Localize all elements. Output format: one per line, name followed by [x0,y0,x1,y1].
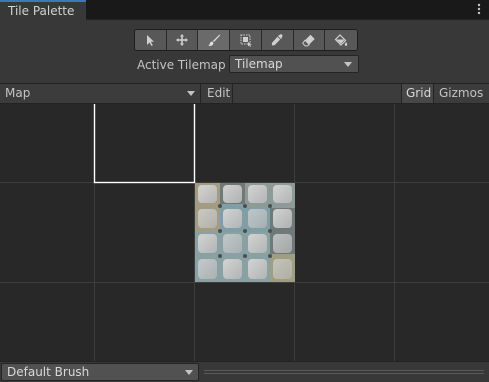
active-tilemap-dropdown[interactable]: Tilemap [229,55,359,73]
edit-button[interactable]: Edit [201,84,233,103]
gizmos-toggle[interactable]: Gizmos [434,84,489,103]
active-tilemap-label: Active Tilemap [137,58,226,72]
brush-dropdown[interactable]: Default Brush [1,363,199,381]
tab-bar: Tile Palette [0,0,489,20]
paint-bucket-icon [334,34,348,46]
box-fill-tool-button[interactable] [230,30,262,50]
brush-value: Default Brush [7,365,90,379]
tools-panel: Active Tilemap Tilemap [0,20,489,83]
gizmos-label: Gizmos [439,86,484,100]
palette-toolbar: Map Edit Grid Gizmos [0,83,489,104]
erase-tool-button[interactable] [293,30,326,50]
tile-sprite[interactable] [195,183,295,282]
arrow-cursor-icon [147,35,155,46]
grid-toggle[interactable]: Grid [401,84,434,103]
edit-label: Edit [207,86,231,100]
fill-tool-button[interactable] [325,30,357,50]
select-tool-button[interactable] [135,30,167,50]
palette-dropdown[interactable]: Map [0,84,201,103]
move-arrows-icon [176,34,189,46]
palette-value: Map [5,86,31,100]
picker-tool-button[interactable] [261,30,294,50]
palette-canvas[interactable] [0,104,489,361]
palette-grid [0,104,489,361]
tab-label: Tile Palette [8,4,75,18]
chevron-down-icon [187,91,195,96]
move-tool-button[interactable] [166,30,199,50]
kebab-menu-icon[interactable] [475,2,483,18]
grid-label: Grid [406,86,432,100]
eyedropper-icon [272,34,283,46]
eraser-icon [302,34,315,47]
brush-icon [207,34,220,46]
box-fill-icon [240,34,252,47]
chevron-down-icon [185,370,193,375]
cell-selection-outline [93,104,196,184]
brush-bar: Default Brush [0,361,489,382]
chevron-down-icon [344,62,352,67]
paint-tool-button[interactable] [198,30,231,50]
tool-strip [134,29,358,51]
active-tilemap-value: Tilemap [235,57,283,71]
tab-tile-palette[interactable]: Tile Palette [0,0,86,20]
resize-splitter-handle[interactable] [204,370,484,374]
